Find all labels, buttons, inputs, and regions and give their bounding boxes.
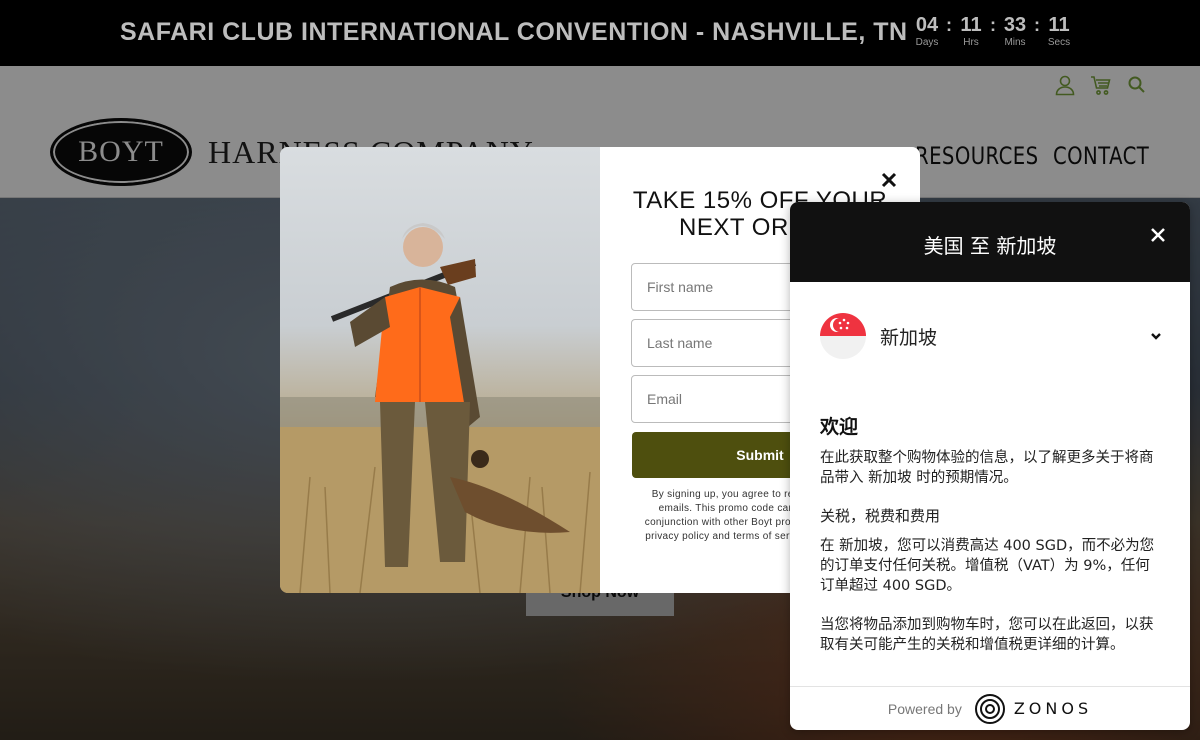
welcome-text: 在此获取整个购物体验的信息，以了解更多关于将商品带入 新加坡 时的预期情况。 <box>820 450 1154 486</box>
hunter-photo <box>280 147 600 593</box>
countdown-minutes: 33 Mins <box>1003 14 1027 48</box>
countdown-days: 04 Days <box>915 14 939 48</box>
announcement-bar: SAFARI CLUB INTERNATIONAL CONVENTION - N… <box>0 0 1200 66</box>
zonos-footer: Powered by ZONOS <box>790 686 1190 730</box>
singapore-flag-icon <box>820 313 866 359</box>
duties-heading: 关税，税费和费用 <box>820 507 941 525</box>
chevron-down-icon <box>1151 333 1161 340</box>
countdown-timer: 04 Days : 11 Hrs : 33 Mins : 11 Secs <box>910 14 1076 50</box>
countdown-seconds: 11 Secs <box>1047 14 1071 48</box>
hunter-illustration <box>280 223 600 593</box>
country-selector[interactable]: 新加坡 <box>820 312 1164 360</box>
zonos-brand: ZONOS <box>1013 699 1093 718</box>
return-text: 当您将物品添加到购物车时，您可以在此返回，以获取有关可能产生的关税和增值税更详细… <box>820 617 1154 653</box>
country-name: 新加坡 <box>880 326 938 349</box>
welcome-heading: 欢迎 <box>820 416 859 438</box>
zonos-logo-icon <box>974 693 1005 724</box>
zonos-header: 美国 至 新加坡 <box>790 202 1190 282</box>
powered-by-label: Powered by <box>887 700 962 717</box>
zonos-close-icon[interactable] <box>1147 224 1169 246</box>
duties-text: 在 新加坡，您可以消费高达 400 SGD，而不必为您的订单支付任何关税。增值税… <box>820 538 1155 594</box>
zonos-title: 美国 至 新加坡 <box>923 234 1057 258</box>
announcement-title: SAFARI CLUB INTERNATIONAL CONVENTION - N… <box>120 18 908 46</box>
zonos-welcome-panel: 美国 至 新加坡 新加坡 欢迎 在此获取整个购物体验的信息，以了解更多关于将商品… <box>790 202 1190 730</box>
countdown-hours: 11 Hrs <box>960 14 982 48</box>
